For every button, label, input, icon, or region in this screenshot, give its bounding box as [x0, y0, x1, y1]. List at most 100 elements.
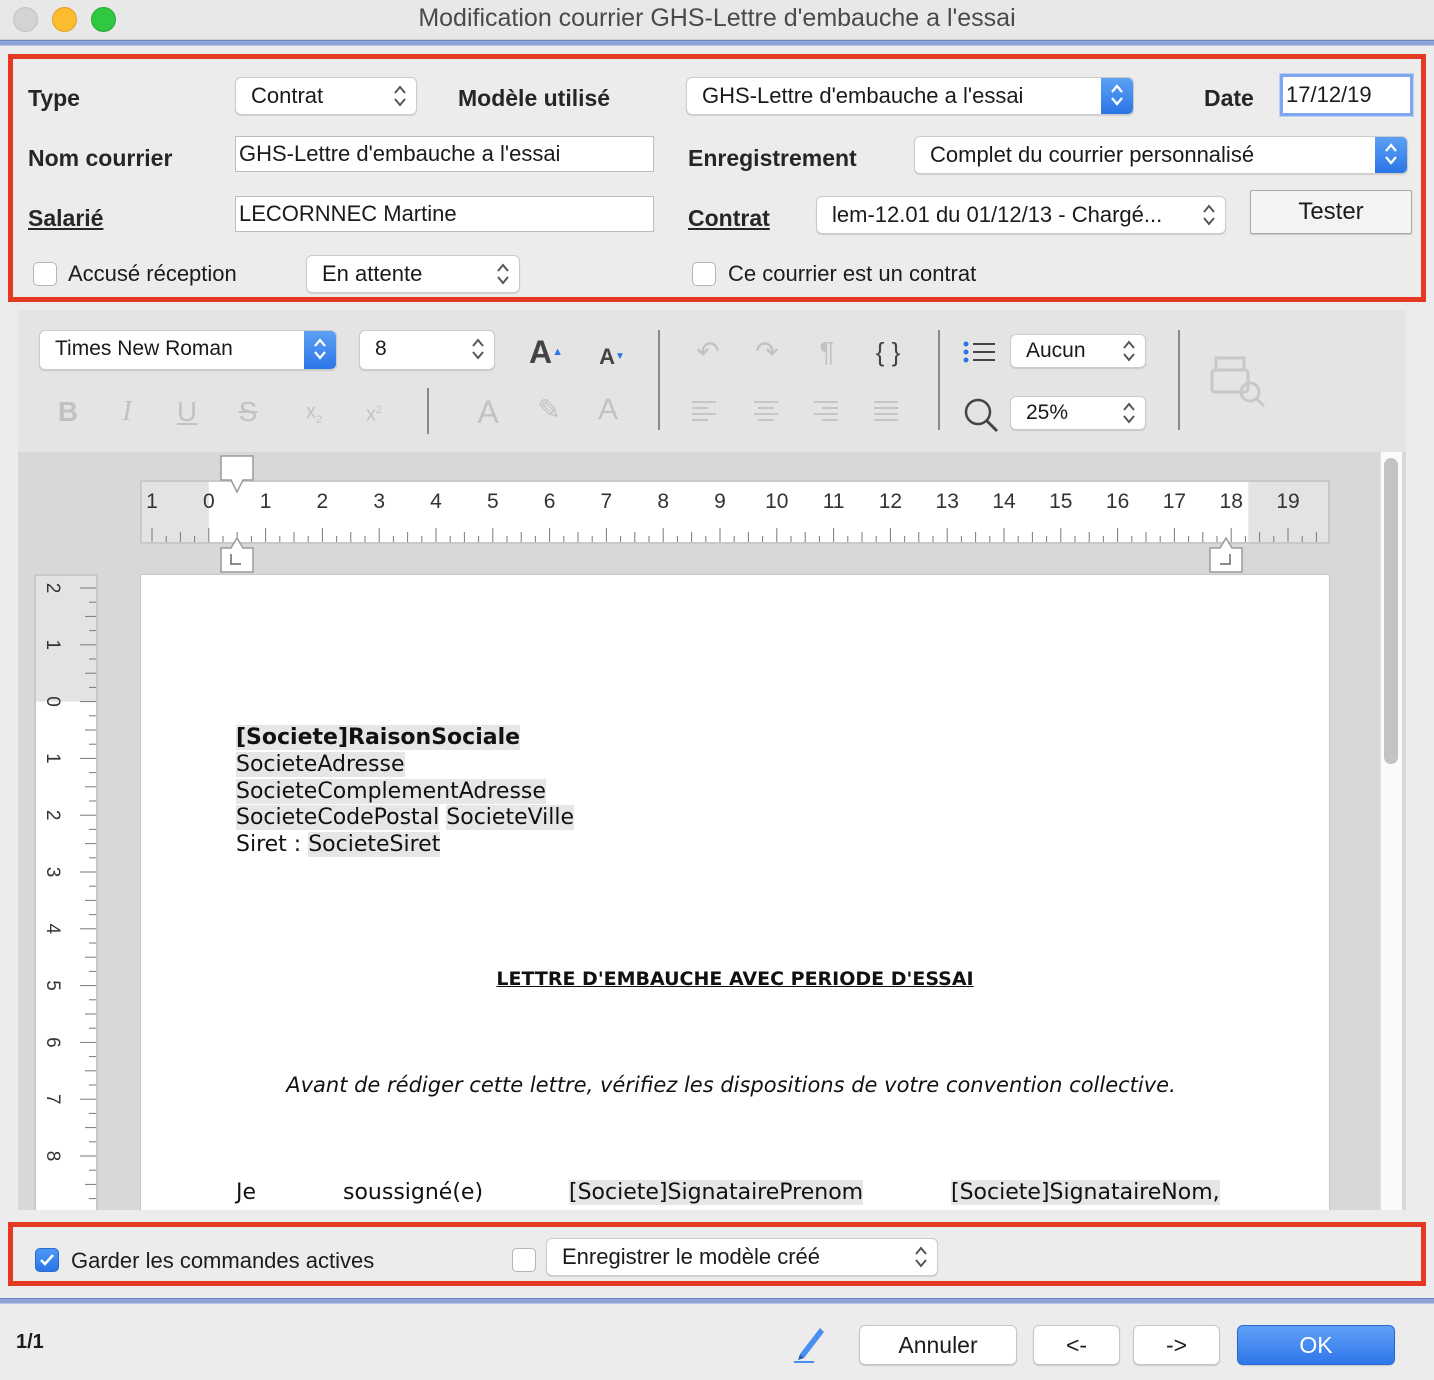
garder-commandes-label: Garder les commandes actives	[71, 1248, 375, 1273]
right-indent-marker[interactable]	[1208, 536, 1244, 574]
ruler-tick-label: 1	[146, 490, 158, 513]
ruler-tick-label: 1	[260, 490, 272, 513]
align-left-icon[interactable]	[690, 400, 718, 422]
doc-heading: LETTRE D'EMBAUCHE AVEC PERIODE D'ESSAI	[496, 968, 974, 990]
doc-word: soussigné(e)	[343, 1180, 484, 1205]
braces-icon[interactable]: { }	[868, 332, 908, 372]
type-select-value: Contrat	[251, 83, 324, 108]
previous-button[interactable]: <-	[1033, 1325, 1120, 1365]
vertical-ruler[interactable]: 2 1 0 1 2 3 4 5 6 7 8	[34, 574, 98, 1210]
superscript-icon[interactable]: x2	[354, 390, 394, 435]
text-outline-icon[interactable]: A	[468, 392, 508, 432]
ok-button[interactable]: OK	[1237, 1325, 1395, 1365]
modele-select[interactable]: GHS-Lettre d'embauche a l'essai	[686, 77, 1134, 115]
accuse-status-value: En attente	[322, 261, 423, 286]
editor-area: 1 0 1 2 3 4 5 6 7 8 9 10 11 12 13 14 15 16 17 18 19 21012345…	[18, 452, 1406, 1210]
divider	[0, 1298, 1434, 1304]
garder-commandes-checkbox[interactable]	[35, 1248, 59, 1272]
tester-button[interactable]: Tester	[1250, 190, 1412, 234]
enregistrement-select[interactable]: Complet du courrier personnalisé	[914, 136, 1408, 174]
ruler-tick-label: 13	[936, 490, 959, 513]
ruler-ticks: 1 0 1 2 3 4 5 6 7 8 9 10 11 12 13 14 15 16 17 18 19	[142, 482, 1349, 542]
accuse-status-select[interactable]: En attente	[306, 255, 520, 293]
type-label: Type	[28, 85, 80, 111]
doc-note: Avant de rédiger cette lettre, vérifiez …	[286, 1073, 1176, 1097]
field-token: [Societe]SignatairePrenom	[569, 1180, 864, 1205]
ruler-tick-label: 2	[42, 810, 63, 821]
bold-icon[interactable]: B	[48, 392, 88, 432]
separator	[938, 330, 940, 430]
ruler-tick-label: 7	[601, 490, 613, 513]
zoom-select[interactable]: 25%	[1010, 396, 1146, 430]
ruler-tick-label: 15	[1049, 490, 1072, 513]
pilcrow-icon[interactable]: ¶	[807, 332, 847, 372]
print-preview-icon[interactable]	[1210, 354, 1270, 410]
subscript-icon[interactable]: x2	[294, 392, 334, 440]
align-center-icon[interactable]	[752, 400, 780, 422]
enregistrement-select-value: Complet du courrier personnalisé	[930, 142, 1255, 167]
italic-icon[interactable]: I	[107, 392, 147, 432]
scrollbar-thumb[interactable]	[1384, 458, 1398, 764]
enregistrer-modele-select[interactable]: Enregistrer le modèle créé	[546, 1238, 938, 1276]
ruler-scale: 1 0 1 2 3 4 5 6 7 8 9 10 11 12 13 14 15 16 17 18 19	[142, 482, 1349, 542]
title-bar: Modification courrier GHS-Lettre d'embau…	[0, 0, 1434, 40]
static-text: Siret :	[236, 832, 309, 857]
updown-arrows-icon	[1111, 84, 1123, 106]
decrease-font-icon[interactable]: A▼	[592, 337, 632, 377]
next-button[interactable]: ->	[1133, 1325, 1220, 1365]
document-page[interactable]: [Societe]RaisonSociale SocieteAdresse So…	[140, 574, 1330, 1210]
enregistrer-modele-checkbox[interactable]	[512, 1248, 536, 1272]
separator	[658, 330, 660, 430]
ruler-tick-label: 18	[1220, 490, 1243, 513]
ruler-tick-label: 4	[430, 490, 442, 513]
ruler-tick-label: 4	[42, 924, 63, 935]
ruler-tick-label: 19	[1276, 490, 1299, 513]
left-indent-marker[interactable]	[219, 536, 255, 574]
contrat-link[interactable]: Contrat	[688, 205, 770, 232]
contrat-select[interactable]: lem-12.01 du 01/12/13 - Chargé...	[816, 196, 1226, 234]
salarie-field[interactable]: LECORNNEC Martine	[235, 196, 654, 232]
accuse-reception-checkbox[interactable]	[33, 262, 57, 286]
ruler-tick-label: 8	[657, 490, 669, 513]
type-select[interactable]: Contrat	[235, 77, 417, 115]
ruler-tick-label: 11	[823, 490, 845, 513]
ruler-tick-label: 10	[765, 490, 788, 513]
font-family-select[interactable]: Times New Roman	[39, 330, 337, 370]
date-field[interactable]: 17/12/19	[1280, 74, 1413, 116]
divider	[0, 40, 1434, 46]
highlighter-icon[interactable]: ✎	[529, 390, 569, 430]
doc-word: Je	[236, 1180, 257, 1205]
undo-icon[interactable]: ↶	[688, 332, 728, 372]
ruler-tick-label: 6	[42, 1037, 63, 1048]
align-justify-icon[interactable]	[872, 400, 900, 422]
first-line-indent-marker[interactable]	[219, 454, 255, 496]
ruler-tick-label: 2	[42, 583, 63, 594]
courrier-form-panel: Type Contrat Modèle utilisé GHS-Lettre d…	[8, 54, 1426, 302]
list-icon[interactable]	[962, 340, 998, 364]
doc-adresse: SocieteAdresse	[236, 752, 405, 777]
text-color-icon[interactable]: A	[588, 390, 628, 430]
courrier-contrat-label: Ce courrier est un contrat	[728, 261, 977, 286]
modele-select-value: GHS-Lettre d'embauche a l'essai	[702, 83, 1024, 108]
align-right-icon[interactable]	[812, 400, 840, 422]
field-token: SocieteAdresse	[236, 752, 405, 777]
underline-icon[interactable]: U	[167, 392, 207, 432]
enregistrer-modele-value: Enregistrer le modèle créé	[562, 1244, 821, 1269]
window: Modification courrier GHS-Lettre d'embau…	[0, 0, 1434, 1380]
updown-arrows-icon	[472, 338, 484, 360]
courrier-contrat-checkbox[interactable]	[692, 262, 716, 286]
pen-icon[interactable]	[790, 1320, 830, 1364]
font-size-select[interactable]: 8	[359, 330, 495, 370]
ruler-tick-label: 7	[42, 1094, 63, 1105]
horizontal-ruler[interactable]: 1 0 1 2 3 4 5 6 7 8 9 10 11 12 13 14 15 16 17 18 19	[140, 480, 1349, 544]
redo-icon[interactable]: ↷	[747, 332, 787, 372]
nom-courrier-field[interactable]: GHS-Lettre d'embauche a l'essai	[235, 136, 654, 172]
updown-arrows-icon	[314, 338, 326, 360]
annuler-button[interactable]: Annuler	[859, 1325, 1017, 1365]
list-style-select[interactable]: Aucun	[1010, 334, 1146, 368]
salarie-link[interactable]: Salarié	[28, 205, 103, 232]
field-token: SocieteVille	[446, 805, 575, 830]
font-family-value: Times New Roman	[55, 337, 233, 360]
strikethrough-icon[interactable]: S	[228, 392, 268, 432]
increase-font-icon[interactable]: A▲	[526, 332, 566, 372]
